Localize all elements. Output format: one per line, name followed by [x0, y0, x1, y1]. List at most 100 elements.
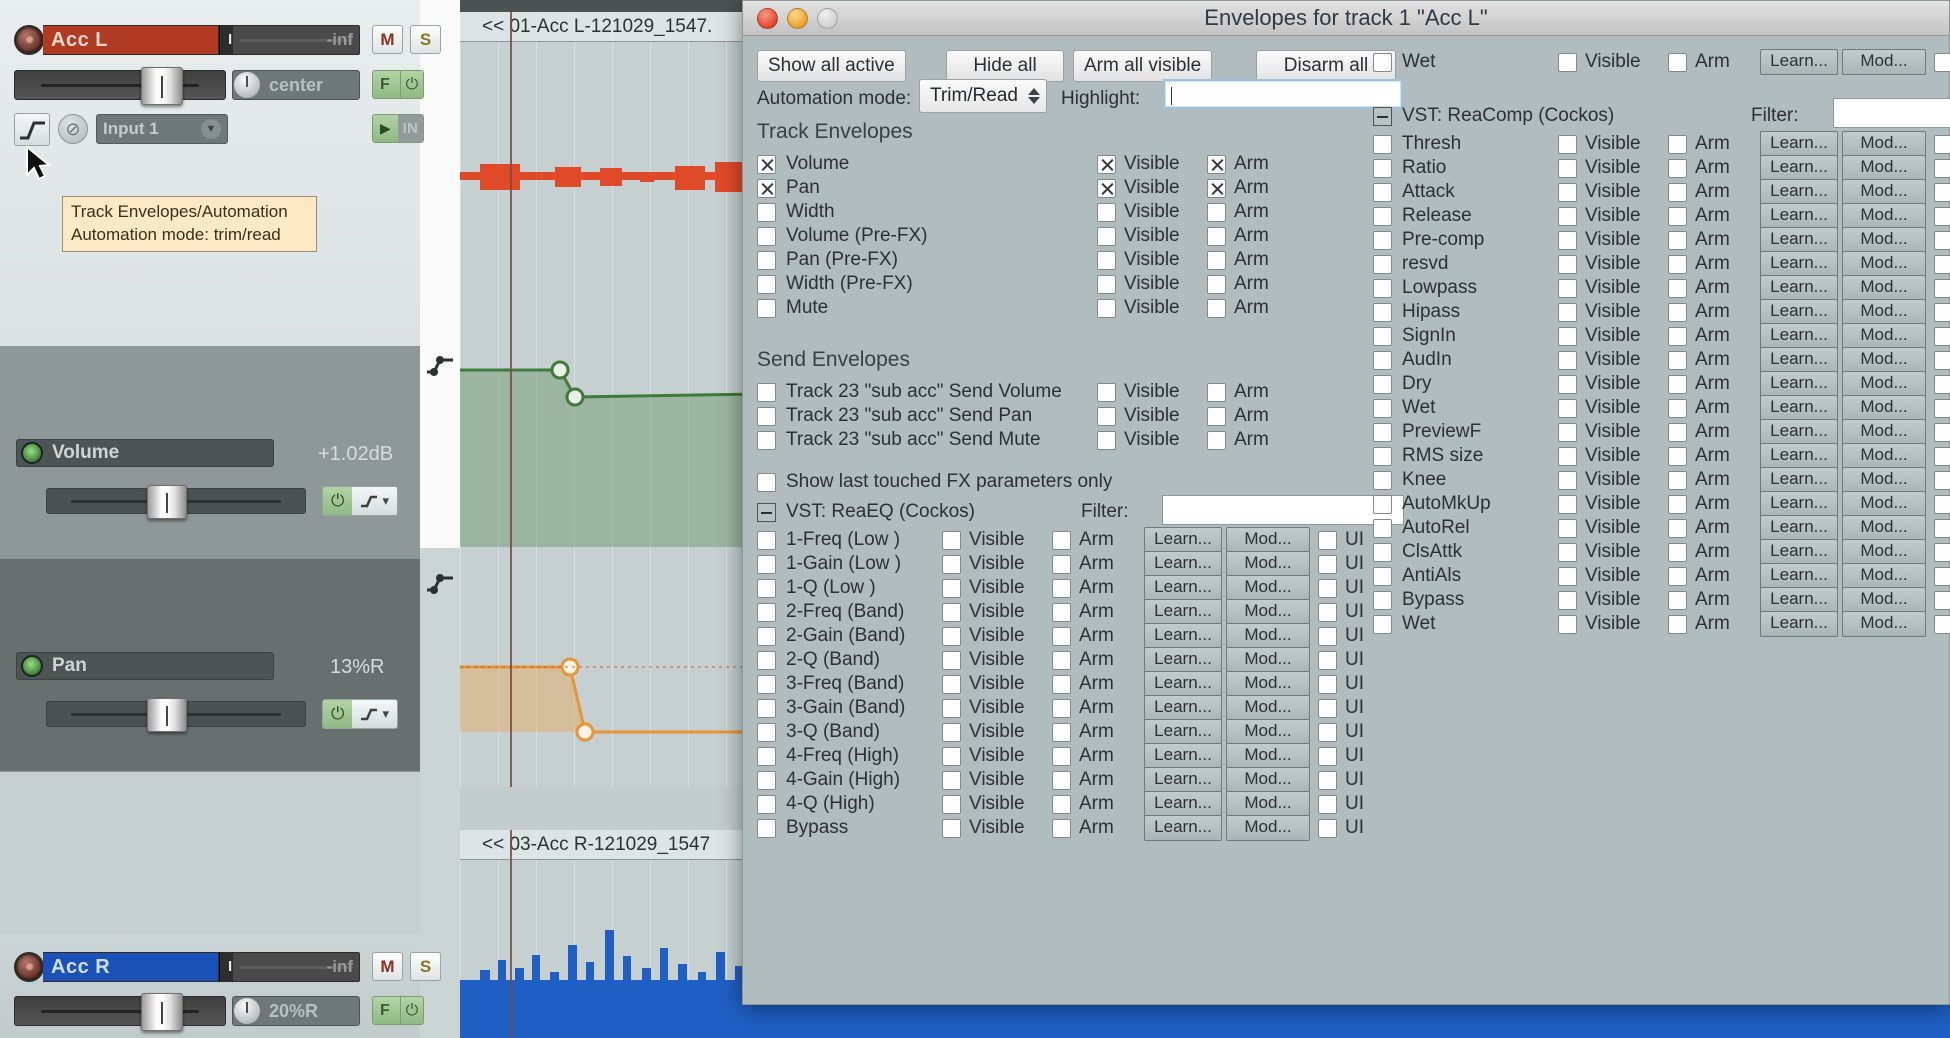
reacomp-enable-checkbox-15[interactable]: [1373, 494, 1392, 514]
reaeq-row[interactable]: 2-Q (Band) Visible Arm Learn... Mod... UI: [757, 647, 1364, 673]
track-env-enable-checkbox-2[interactable]: [757, 202, 776, 222]
reaeq-learn-button-8[interactable]: Learn...: [1144, 719, 1222, 745]
reacomp-arm-checkbox-3[interactable]: [1668, 206, 1687, 226]
reacomp-enable-checkbox-10[interactable]: [1373, 374, 1392, 394]
reacomp-learn-button-8[interactable]: Learn...: [1760, 323, 1838, 349]
reaeq-ui-checkbox-7[interactable]: [1318, 698, 1337, 718]
volume-fader-2[interactable]: [14, 993, 226, 1031]
reacomp-ui-checkbox-9[interactable]: [1934, 350, 1950, 370]
reacomp-ui-checkbox-1[interactable]: [1934, 158, 1950, 178]
track-env-enable-checkbox-3[interactable]: [757, 226, 776, 246]
reaeq-row[interactable]: 2-Freq (Band) Visible Arm Learn... Mod... UI: [757, 599, 1364, 625]
reacomp-mod-button-14[interactable]: Mod...: [1842, 467, 1926, 493]
reacomp-learn-button-9[interactable]: Learn...: [1760, 347, 1838, 373]
reacomp-arm-checkbox-20[interactable]: [1668, 614, 1687, 634]
reacomp-enable-checkbox-16[interactable]: [1373, 518, 1392, 538]
volume-fader-handle-2[interactable]: [141, 993, 183, 1031]
fx-bypass-toggle-2[interactable]: ⏻: [399, 997, 424, 1024]
envelope-bypass-toggle-volume[interactable]: ⏻: [323, 487, 353, 515]
reaeq-ui-checkbox-0[interactable]: [1318, 530, 1337, 550]
mute-button-1[interactable]: M: [372, 25, 403, 54]
reaeq-learn-button-7[interactable]: Learn...: [1144, 695, 1222, 721]
collapse-icon[interactable]: [1373, 106, 1392, 126]
reaeq-mod-button-3[interactable]: Mod...: [1226, 599, 1310, 625]
reaeq-mod-button-12[interactable]: Mod...: [1226, 815, 1310, 841]
track-env-visible-checkbox-2[interactable]: [1097, 202, 1116, 222]
reaeq-ui-checkbox-1[interactable]: [1318, 554, 1337, 574]
track-panel-acc-r[interactable]: Acc R I/O -inf M S 20%R F X: [0, 934, 441, 1038]
reacomp-visible-checkbox-15[interactable]: [1558, 494, 1577, 514]
reacomp-ui-checkbox-3[interactable]: [1934, 206, 1950, 226]
reacomp-row[interactable]: AutoMkUp Visible Arm Learn... Mod...: [1373, 491, 1950, 517]
reacomp-row[interactable]: Hipass Visible Arm Learn... Mod...: [1373, 299, 1950, 325]
reacomp-visible-checkbox-18[interactable]: [1558, 566, 1577, 586]
input-selector-1[interactable]: Input 1 ▼: [96, 114, 228, 144]
reaeq-enable-checkbox-9[interactable]: [757, 746, 776, 766]
track-env-visible-checkbox-3[interactable]: [1097, 226, 1116, 246]
reacomp-row[interactable]: Release Visible Arm Learn... Mod...: [1373, 203, 1950, 229]
collapse-icon[interactable]: [757, 502, 776, 522]
reacomp-visible-checkbox-12[interactable]: [1558, 422, 1577, 442]
reacomp-mod-button-15[interactable]: Mod...: [1842, 491, 1926, 517]
reacomp-ui-checkbox-18[interactable]: [1934, 566, 1950, 586]
reacomp-enable-checkbox-13[interactable]: [1373, 446, 1392, 466]
reacomp-enable-checkbox-18[interactable]: [1373, 566, 1392, 586]
track-name-box-1[interactable]: Acc L: [43, 25, 219, 55]
reaeq-learn-button-3[interactable]: Learn...: [1144, 599, 1222, 625]
reacomp-mod-button-5[interactable]: Mod...: [1842, 251, 1926, 277]
reacomp-mod-button-13[interactable]: Mod...: [1842, 443, 1926, 469]
reacomp-mod-button-11[interactable]: Mod...: [1842, 395, 1926, 421]
reacomp-learn-button-1[interactable]: Learn...: [1760, 155, 1838, 181]
track-envelope-row[interactable]: Pan (Pre-FX) Visible Arm: [757, 248, 1457, 272]
reacomp-enable-checkbox-17[interactable]: [1373, 542, 1392, 562]
reaeq-arm-checkbox-8[interactable]: [1052, 722, 1071, 742]
reacomp-mod-button-3[interactable]: Mod...: [1842, 203, 1926, 229]
reacomp-ui-checkbox-13[interactable]: [1934, 446, 1950, 466]
reacomp-arm-checkbox-9[interactable]: [1668, 350, 1687, 370]
reaeq-ui-checkbox-12[interactable]: [1318, 818, 1337, 838]
reaeq-row[interactable]: 2-Gain (Band) Visible Arm Learn... Mod... UI: [757, 623, 1364, 649]
reacomp-visible-checkbox-11[interactable]: [1558, 398, 1577, 418]
send-env-arm-checkbox-0[interactable]: [1207, 382, 1226, 402]
reacomp-visible-checkbox-3[interactable]: [1558, 206, 1577, 226]
envelope-shape-menu-pan[interactable]: ▾: [352, 700, 397, 728]
reacomp-row[interactable]: AntiAls Visible Arm Learn... Mod...: [1373, 563, 1950, 589]
reaeq-visible-checkbox-2[interactable]: [942, 578, 961, 598]
reaeq-mod-button-9[interactable]: Mod...: [1226, 743, 1310, 769]
reacomp-learn-button-5[interactable]: Learn...: [1760, 251, 1838, 277]
reaeq-visible-checkbox-3[interactable]: [942, 602, 961, 622]
reaeq-ui-checkbox-11[interactable]: [1318, 794, 1337, 814]
reacomp-arm-checkbox-13[interactable]: [1668, 446, 1687, 466]
show-last-touched-checkbox[interactable]: [757, 472, 776, 492]
envelope-fader-volume[interactable]: [46, 485, 306, 519]
reaeq-ui-checkbox-2[interactable]: [1318, 578, 1337, 598]
reaeq-visible-checkbox-5[interactable]: [942, 650, 961, 670]
reacomp-ui-checkbox-8[interactable]: [1934, 326, 1950, 346]
reacomp-learn-button-14[interactable]: Learn...: [1760, 467, 1838, 493]
envelope-panel-volume[interactable]: Volume +1.02dB ⏻ ▾: [0, 347, 420, 559]
track-panel-acc-l[interactable]: Acc L I/O -inf M S center F X: [0, 0, 441, 347]
reacomp-enable-checkbox-1[interactable]: [1373, 158, 1392, 178]
close-button[interactable]: [757, 7, 778, 29]
reaeq-mod-button-7[interactable]: Mod...: [1226, 695, 1310, 721]
reacomp-visible-checkbox-1[interactable]: [1558, 158, 1577, 178]
reacomp-visible-checkbox-0[interactable]: [1558, 134, 1577, 154]
reacomp-enable-checkbox-0[interactable]: [1373, 134, 1392, 154]
chevron-down-icon[interactable]: ▼: [201, 119, 221, 139]
reacomp-row[interactable]: Ratio Visible Arm Learn... Mod...: [1373, 155, 1950, 181]
reaeq-enable-checkbox-12[interactable]: [757, 818, 776, 838]
reacomp-visible-checkbox-17[interactable]: [1558, 542, 1577, 562]
reacomp-ui-checkbox-16[interactable]: [1934, 518, 1950, 538]
reacomp-mod-button-19[interactable]: Mod...: [1842, 587, 1926, 613]
track-env-enable-checkbox-4[interactable]: [757, 250, 776, 270]
reaeq-visible-checkbox-8[interactable]: [942, 722, 961, 742]
reacomp-arm-checkbox-10[interactable]: [1668, 374, 1687, 394]
track-env-enable-checkbox-0[interactable]: [757, 154, 776, 174]
reaeq-learn-button-0[interactable]: Learn...: [1144, 527, 1222, 553]
reacomp-mod-button-0[interactable]: Mod...: [1842, 131, 1926, 157]
reacomp-row[interactable]: ClsAttk Visible Arm Learn... Mod...: [1373, 539, 1950, 565]
dialog-titlebar[interactable]: Envelopes for track 1 "Acc L": [743, 1, 1949, 36]
reaeq-ui-checkbox-5[interactable]: [1318, 650, 1337, 670]
reaeq-visible-checkbox-4[interactable]: [942, 626, 961, 646]
reaeq-filter-input[interactable]: [1162, 495, 1404, 525]
